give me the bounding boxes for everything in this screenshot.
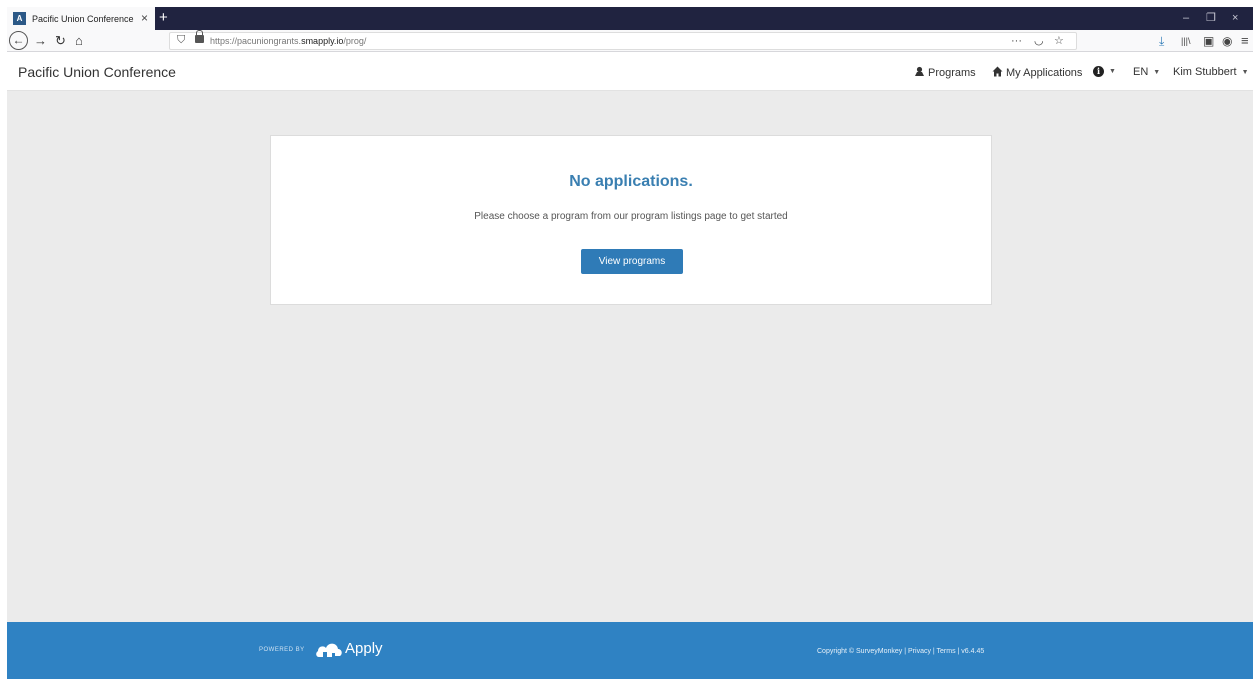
nav-programs-link[interactable]: Programs [914, 66, 976, 80]
lock-icon[interactable] [195, 30, 204, 43]
nav-programs-label: Programs [928, 67, 976, 79]
home-icon [992, 66, 1003, 80]
chevron-down-icon: ▼ [1241, 68, 1249, 76]
user-dropdown[interactable]: Kim Stubbert ▼ [1173, 66, 1249, 78]
chevron-down-icon: ▼ [1153, 68, 1161, 76]
reload-icon[interactable]: ↻ [55, 32, 66, 50]
browser-window: A Pacific Union Conference × + – ❐ × ← →… [0, 0, 1253, 679]
back-icon[interactable]: ← [9, 31, 28, 50]
site-footer: POWERED BY Apply Copyright © SurveyMonke… [7, 622, 1253, 679]
home-icon[interactable]: ⌂ [75, 32, 83, 50]
page-actions-icon[interactable]: ··· [1011, 34, 1022, 49]
browser-toolbar: ← → ↻ ⌂ ⛉ https://pacuniongrants.smapply… [7, 30, 1253, 52]
view-programs-button[interactable]: View programs [581, 249, 683, 274]
site-header: Pacific Union Conference Programs My App… [7, 53, 1253, 91]
tab-close-icon[interactable]: × [141, 11, 148, 25]
apply-logo-text: Apply [345, 640, 383, 657]
forward-icon[interactable]: → [34, 32, 47, 50]
info-dropdown[interactable]: i ▼ [1093, 66, 1116, 77]
bookmark-star-icon[interactable]: ☆ [1054, 34, 1064, 49]
programs-icon [914, 66, 925, 80]
nav-my-applications-link[interactable]: My Applications [992, 66, 1082, 80]
window-close-icon[interactable]: × [1232, 9, 1238, 27]
empty-state-title: No applications. [569, 173, 693, 190]
sidebar-icon[interactable]: ▣ [1203, 32, 1214, 50]
minimize-icon[interactable]: – [1183, 9, 1189, 27]
powered-by-text: POWERED BY [259, 647, 305, 653]
chevron-down-icon: ▼ [1109, 68, 1116, 75]
library-icon[interactable]: |||\ [1181, 32, 1191, 50]
site-favicon-icon: A [13, 12, 26, 25]
new-tab-icon[interactable]: + [159, 8, 168, 28]
restore-icon[interactable]: ❐ [1206, 9, 1216, 27]
menu-icon[interactable]: ≡ [1241, 32, 1249, 50]
download-icon[interactable]: ⤓ [1159, 32, 1164, 50]
site-brand[interactable]: Pacific Union Conference [18, 64, 176, 80]
user-name: Kim Stubbert [1173, 66, 1237, 78]
language-dropdown[interactable]: EN ▼ [1133, 66, 1160, 78]
url-text[interactable]: https://pacuniongrants.smapply.io/prog/ [210, 36, 366, 46]
language-label: EN [1133, 66, 1149, 78]
empty-state-card: No applications. Please choose a program… [270, 135, 992, 305]
main-content: No applications. Please choose a program… [7, 91, 1253, 622]
nav-my-applications-label: My Applications [1006, 67, 1083, 79]
empty-state-message: Please choose a program from our program… [474, 211, 788, 222]
copyright-links[interactable]: Copyright © SurveyMonkey | Privacy | Ter… [817, 648, 984, 655]
tracking-shield-icon[interactable]: ⛉ [177, 34, 185, 47]
tab-title: Pacific Union Conference [32, 13, 134, 24]
apply-logo-icon [315, 641, 343, 664]
browser-tab[interactable]: A Pacific Union Conference × [7, 7, 155, 30]
pocket-icon[interactable]: ◡ [1034, 34, 1044, 49]
info-icon: i [1093, 66, 1104, 77]
tab-strip: A Pacific Union Conference × + – ❐ × [7, 7, 1253, 30]
address-bar[interactable]: ⛉ https://pacuniongrants.smapply.io/prog… [169, 30, 1077, 50]
account-icon[interactable]: ◉ [1222, 32, 1232, 50]
